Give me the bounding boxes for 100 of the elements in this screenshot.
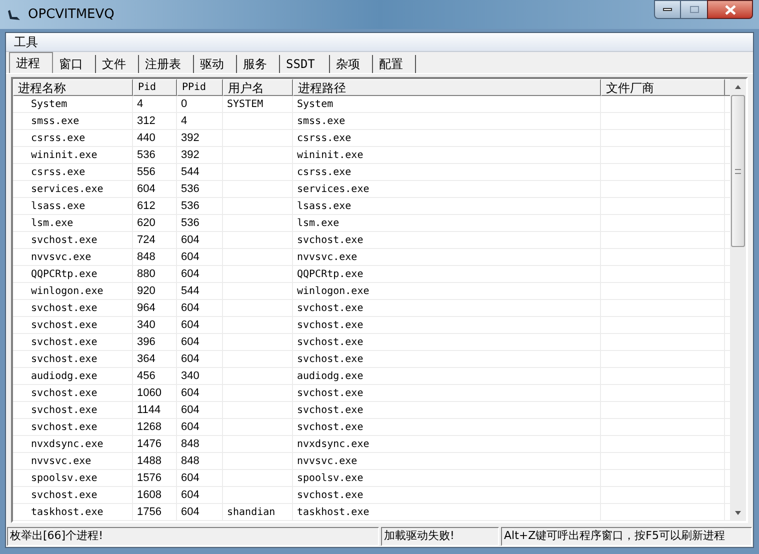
- process-row[interactable]: csrss.exe 440 392 csrss.exe: [13, 130, 730, 147]
- process-row[interactable]: svchost.exe 1608 604 svchost.exe: [13, 487, 730, 504]
- process-row[interactable]: nvvsvc.exe 1488 848 nvvsvc.exe: [13, 453, 730, 470]
- table-cell: smss.exe: [13, 113, 133, 129]
- tab[interactable]: 文件: [96, 55, 139, 73]
- table-cell: svchost.exe: [293, 419, 601, 435]
- process-row[interactable]: services.exe 604 536 services.exe: [13, 181, 730, 198]
- process-row[interactable]: csrss.exe 556 544 csrss.exe: [13, 164, 730, 181]
- process-row[interactable]: svchost.exe 964 604 svchost.exe: [13, 300, 730, 317]
- process-row[interactable]: spoolsv.exe 1576 604 spoolsv.exe: [13, 470, 730, 487]
- minimize-button[interactable]: [654, 0, 681, 19]
- column-header[interactable]: PPid: [177, 79, 223, 96]
- process-row[interactable]: QQPCRtp.exe 880 604 QQPCRtp.exe: [13, 266, 730, 283]
- menu-item[interactable]: 工具: [12, 33, 40, 51]
- table-cell: 1060: [133, 385, 177, 401]
- table-cell: svchost.exe: [293, 385, 601, 401]
- table-cell: shandian: [223, 504, 293, 520]
- process-row[interactable]: nvvsvc.exe 848 604 nvvsvc.exe: [13, 249, 730, 266]
- process-row[interactable]: svchost.exe 364 604 svchost.exe: [13, 351, 730, 368]
- process-row[interactable]: smss.exe 312 4 smss.exe: [13, 113, 730, 130]
- process-row[interactable]: winlogon.exe 920 544 winlogon.exe: [13, 283, 730, 300]
- tab[interactable]: 杂项: [330, 55, 373, 73]
- process-row[interactable]: svchost.exe 396 604 svchost.exe: [13, 334, 730, 351]
- table-cell: svchost.exe: [13, 385, 133, 401]
- table-cell: 604: [177, 300, 223, 316]
- table-cell: 396: [133, 334, 177, 350]
- table-cell: winlogon.exe: [13, 283, 133, 299]
- table-cell: 392: [177, 130, 223, 146]
- table-cell: SYSTEM: [223, 96, 293, 112]
- tab[interactable]: 进程: [9, 52, 53, 73]
- tab[interactable]: 驱动: [194, 55, 237, 73]
- table-cell: csrss.exe: [13, 164, 133, 180]
- table-cell: QQPCRtp.exe: [293, 266, 601, 282]
- table-cell: 604: [177, 351, 223, 367]
- column-header[interactable]: 文件厂商: [601, 79, 725, 96]
- table-cell: audiodg.exe: [13, 368, 133, 384]
- table-cell: 364: [133, 351, 177, 367]
- table-cell: 1576: [133, 470, 177, 486]
- column-header[interactable]: 用户名: [223, 79, 293, 96]
- table-cell: 1488: [133, 453, 177, 469]
- table-cell: 724: [133, 232, 177, 248]
- table-cell: spoolsv.exe: [13, 470, 133, 486]
- process-row[interactable]: wininit.exe 536 392 wininit.exe: [13, 147, 730, 164]
- maximize-button[interactable]: [681, 0, 707, 19]
- table-cell: 4: [177, 113, 223, 129]
- process-row[interactable]: svchost.exe 1268 604 svchost.exe: [13, 419, 730, 436]
- table-cell: nvxdsync.exe: [293, 436, 601, 452]
- table-cell: 604: [177, 232, 223, 248]
- process-row[interactable]: lsm.exe 620 536 lsm.exe: [13, 215, 730, 232]
- table-cell: csrss.exe: [293, 130, 601, 146]
- table-cell: 848: [177, 436, 223, 452]
- table-cell: svchost.exe: [13, 232, 133, 248]
- process-row[interactable]: svchost.exe 340 604 svchost.exe: [13, 317, 730, 334]
- process-row[interactable]: lsass.exe 612 536 lsass.exe: [13, 198, 730, 215]
- column-header[interactable]: Pid: [133, 79, 177, 96]
- table-cell: 392: [177, 147, 223, 163]
- table-cell: lsm.exe: [13, 215, 133, 231]
- table-cell: nvxdsync.exe: [13, 436, 133, 452]
- table-cell: 536: [133, 147, 177, 163]
- tab[interactable]: SSDT: [280, 55, 330, 73]
- scrollbar[interactable]: [730, 79, 746, 521]
- tab[interactable]: 窗口: [53, 55, 96, 73]
- table-cell: smss.exe: [293, 113, 601, 129]
- tab[interactable]: 配置: [372, 55, 416, 73]
- column-header[interactable]: 进程名称: [13, 79, 133, 96]
- table-cell: System: [293, 96, 601, 112]
- column-header[interactable]: 进程路径: [293, 79, 601, 96]
- tab[interactable]: 服务: [237, 55, 280, 73]
- status-panel: 加載驱动失败!: [381, 527, 499, 546]
- process-row[interactable]: svchost.exe 1144 604 svchost.exe: [13, 402, 730, 419]
- table-cell: 4: [133, 96, 177, 112]
- table-cell: svchost.exe: [13, 334, 133, 350]
- table-cell: 604: [177, 504, 223, 520]
- process-row[interactable]: audiodg.exe 456 340 audiodg.exe: [13, 368, 730, 385]
- table-cell: 604: [177, 419, 223, 435]
- table-cell: 612: [133, 198, 177, 214]
- table-cell: 604: [177, 470, 223, 486]
- table-cell: lsass.exe: [13, 198, 133, 214]
- table-cell: winlogon.exe: [293, 283, 601, 299]
- table-cell: 964: [133, 300, 177, 316]
- table-cell: 440: [133, 130, 177, 146]
- process-row[interactable]: System 4 0 SYSTEM System: [13, 96, 730, 113]
- table-cell: 604: [177, 385, 223, 401]
- table-cell: 1268: [133, 419, 177, 435]
- table-cell: 604: [177, 249, 223, 265]
- table-cell: 340: [177, 368, 223, 384]
- process-row[interactable]: svchost.exe 724 604 svchost.exe: [13, 232, 730, 249]
- table-cell: services.exe: [13, 181, 133, 197]
- scroll-thumb[interactable]: [731, 95, 745, 247]
- table-cell: 312: [133, 113, 177, 129]
- process-row[interactable]: taskhost.exe 1756 604 shandian taskhost.exe: [13, 504, 730, 521]
- table-cell: wininit.exe: [293, 147, 601, 163]
- process-row[interactable]: svchost.exe 1060 604 svchost.exe: [13, 385, 730, 402]
- table-cell: 1756: [133, 504, 177, 520]
- table-cell: audiodg.exe: [293, 368, 601, 384]
- tab[interactable]: 注册表: [139, 55, 194, 73]
- process-row[interactable]: nvxdsync.exe 1476 848 nvxdsync.exe: [13, 436, 730, 453]
- table-cell: 848: [177, 453, 223, 469]
- close-button[interactable]: [707, 0, 753, 19]
- table-cell: 536: [177, 215, 223, 231]
